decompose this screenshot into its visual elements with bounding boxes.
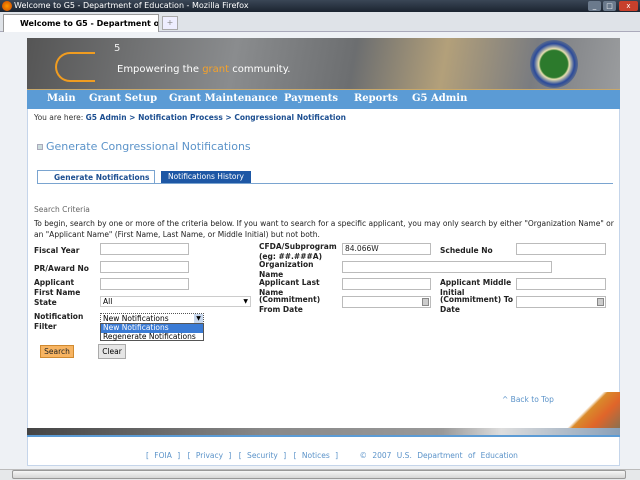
nav-g5-admin[interactable]: G5 Admin [412,89,467,109]
tagline-pre: Empowering the [117,64,203,75]
state-value: All [103,297,113,306]
breadcrumb-sep: > [222,113,235,122]
firefox-icon [2,1,12,11]
clear-button[interactable]: Clear [98,344,126,359]
nav-main[interactable]: Main [47,89,76,109]
state-label: State [34,298,57,307]
minimize-button[interactable]: _ [588,1,601,11]
footer-foia[interactable]: [ FOIA ] [146,451,180,460]
calendar-icon[interactable] [422,298,429,306]
nav-grant-setup[interactable]: Grant Setup [89,89,157,109]
tab-generate-notifications[interactable]: Generate Notifications [37,170,155,184]
footer: [ FOIA ] [ Privacy ] [ Security ] [ Noti… [146,451,520,460]
tagline-accent: grant [202,64,230,75]
pr-award-input[interactable] [100,261,189,273]
breadcrumb-sep: > [126,113,139,122]
calendar-icon[interactable] [597,298,604,306]
to-date-label: (Commitment) To Date [440,295,514,314]
tagline-post: community. [229,64,291,75]
new-tab-button[interactable]: + [162,16,178,30]
department-seal [530,40,578,88]
footer-bar [27,428,620,437]
browser-tab[interactable]: Welcome to G5 - Department of Edu... [3,14,159,32]
cfda-label: CFDA/Subprogram (eg: ##.###A) [259,242,337,261]
cfda-input[interactable]: 84.066W [342,243,431,255]
org-name-input[interactable] [342,261,552,273]
g5-logo-sup: 5 [114,43,121,54]
chevron-down-icon: ▼ [194,314,203,323]
footer-privacy[interactable]: [ Privacy ] [188,451,232,460]
fiscal-year-label: Fiscal Year [34,246,80,255]
fiscal-year-input[interactable] [100,243,189,255]
window-title-bar: Welcome to G5 - Department of Education … [0,0,640,12]
nav-reports[interactable]: Reports [354,89,398,109]
maximize-button[interactable]: □ [603,1,616,11]
search-button[interactable]: Search [40,345,74,358]
browser-tab-label: Welcome to G5 - Department of Edu... [20,19,159,28]
tab-notifications-history[interactable]: Notifications History [161,171,251,183]
back-to-top-link[interactable]: ^ Back to Top [502,395,554,404]
window-title: Welcome to G5 - Department of Education … [14,1,249,10]
org-name-label: Organization Name [259,260,314,279]
notification-filter-dropdown: New Notifications Regenerate Notificatio… [100,323,204,341]
search-criteria-label: Search Criteria [34,205,90,214]
g5-logo [55,52,95,82]
breadcrumb-notification-process[interactable]: Notification Process [138,113,223,122]
state-select[interactable]: All ▼ [100,296,251,307]
copyright: © 2007 U.S. Department of Education [359,451,518,460]
to-date-input[interactable] [516,296,606,308]
instructions: To begin, search by one or more of the c… [34,219,614,239]
nav-grant-maintenance[interactable]: Grant Maintenance [169,89,278,109]
last-name-input[interactable] [342,278,431,290]
notification-filter-value: New Notifications [103,314,169,323]
chevron-down-icon: ▼ [243,298,248,305]
breadcrumb-prefix: You are here: [34,113,84,122]
first-name-label: Applicant First Name [34,278,81,297]
nav-payments[interactable]: Payments [284,89,338,109]
middle-initial-input[interactable] [516,278,606,290]
first-name-input[interactable] [100,278,189,290]
schedule-no-label: Schedule No [440,246,493,255]
tagline: Empowering the grant community. [117,64,290,75]
page-title: Generate Congressional Notifications [46,140,251,153]
breadcrumb-g5-admin[interactable]: G5 Admin [86,113,127,122]
breadcrumb-congressional-notification: Congressional Notification [234,113,346,122]
scrollbar-thumb[interactable] [12,470,626,479]
schedule-no-input[interactable] [516,243,606,255]
from-date-input[interactable] [342,296,431,308]
footer-security[interactable]: [ Security ] [239,451,286,460]
heading-icon [37,144,43,150]
close-button[interactable]: x [619,1,638,11]
notification-filter-label: Notification Filter [34,312,84,331]
dropdown-option[interactable]: Regenerate Notifications [101,332,203,342]
pr-award-label: PR/Award No [34,264,89,273]
from-date-label: (Commitment) From Date [259,295,321,314]
tab-divider [37,183,613,184]
footer-notices[interactable]: [ Notices ] [294,451,339,460]
breadcrumb: You are here: G5 Admin > Notification Pr… [34,113,346,122]
